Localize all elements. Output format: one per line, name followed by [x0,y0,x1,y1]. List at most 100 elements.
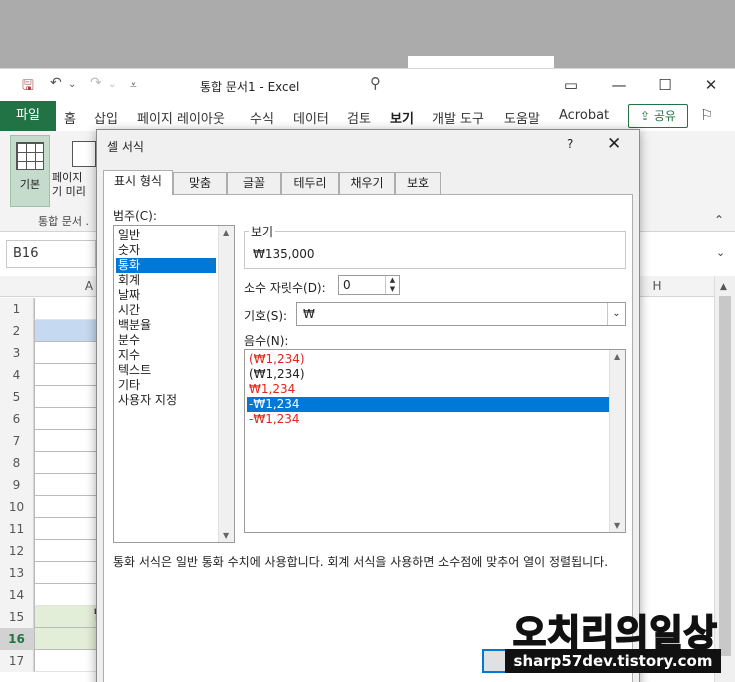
tab-formulas[interactable]: 수식 [250,108,274,127]
minimize-icon[interactable]: — [604,74,634,96]
negative-format-item[interactable]: ₩1,234 [247,382,609,397]
normal-view-label: 기본 [19,178,41,191]
row-header[interactable]: 17 [0,650,34,672]
category-item[interactable]: 일반 [116,228,216,243]
scroll-down-icon[interactable]: ▼ [614,521,620,530]
negative-numbers-list[interactable]: (₩1,234) (₩1,234) ₩1,234 -₩1,234 -₩1,234 ▲ ▼ [244,349,626,533]
row-header[interactable]: 16 [0,628,34,650]
column-header-h[interactable]: H [640,279,674,293]
negative-format-item[interactable]: -₩1,234 [247,412,609,427]
collapse-ribbon-icon[interactable]: ⌃ [714,213,724,227]
row-header[interactable]: 12 [0,540,34,562]
tab-home[interactable]: 홈 [64,108,76,127]
ribbon-display-icon[interactable]: ▭ [556,74,586,96]
tab-acrobat[interactable]: Acrobat [559,108,609,123]
row-header[interactable]: 5 [0,386,34,408]
tab-alignment[interactable]: 맞춤 [173,172,227,194]
scroll-thumb[interactable] [719,296,731,656]
category-item[interactable]: 텍스트 [116,363,216,378]
category-item[interactable]: 통화 [116,258,216,273]
share-button[interactable]: ⇪ 공유 [628,104,688,128]
category-item[interactable]: 날짜 [116,288,216,303]
tab-page-layout[interactable]: 페이지 레이아웃 [137,108,225,127]
tab-insert[interactable]: 삽입 [94,108,118,127]
stepper-down-icon[interactable]: ▼ [386,285,399,294]
window-title: 통합 문서1 - Excel [200,80,300,94]
redo-dropdown-icon[interactable]: ⌄ [108,79,116,90]
category-item[interactable]: 분수 [116,333,216,348]
comments-icon[interactable]: ⚐ [700,106,713,124]
symbol-select[interactable]: ₩ ⌄ [296,302,626,326]
name-box[interactable]: B16 [6,240,96,268]
row-header[interactable]: 4 [0,364,34,386]
scroll-up-icon[interactable]: ▲ [223,228,229,237]
tab-data[interactable]: 데이터 [293,108,329,127]
row-header[interactable]: 15 [0,606,34,628]
stepper-arrows[interactable]: ▲ ▼ [385,276,399,294]
row-header[interactable]: 8 [0,452,34,474]
tab-file[interactable]: 파일 [0,101,56,131]
negative-scrollbar[interactable]: ▲ ▼ [609,350,625,532]
negative-format-item[interactable]: -₩1,234 [247,397,609,412]
category-item[interactable]: 사용자 지정 [116,393,216,408]
watermark-url: sharp57dev.tistory.com [505,649,721,673]
format-cells-dialog: 셀 서식 ? ✕ 표시 형식 맞춤 글꼴 테두리 채우기 보호 범주(C): 일… [96,129,640,682]
category-item[interactable]: 시간 [116,303,216,318]
page-break-icon [72,141,96,167]
dialog-tabs: 표시 형식 맞춤 글꼴 테두리 채우기 보호 [103,170,633,195]
page-break-label: 페이지 기 미리 [52,171,86,198]
scroll-up-icon[interactable]: ▲ [720,282,727,292]
category-scrollbar[interactable]: ▲ ▼ [218,226,234,542]
category-list[interactable]: 일반 숫자 통화 회계 날짜 시간 백분율 분수 지수 텍스트 기타 사용자 지정 ▲ ▼ [113,225,235,543]
undo-icon[interactable]: ↶ [50,75,62,91]
close-window-icon[interactable]: ✕ [696,74,726,96]
row-header[interactable]: 6 [0,408,34,430]
row-header[interactable]: 7 [0,430,34,452]
close-icon[interactable]: ✕ [607,134,621,154]
tab-help[interactable]: 도움말 [504,108,540,127]
row-header[interactable]: 1 [0,298,34,320]
negative-format-item[interactable]: (₩1,234) [247,352,609,367]
redo-icon[interactable]: ↷ [90,75,102,91]
maximize-icon[interactable]: ☐ [650,74,680,96]
category-item[interactable]: 회계 [116,273,216,288]
scroll-up-icon[interactable]: ▲ [614,352,620,361]
tab-font[interactable]: 글꼴 [227,172,281,194]
category-item[interactable]: 기타 [116,378,216,393]
watermark: 오치리의일상 sharp57dev.tistory.com [505,604,727,676]
search-icon[interactable]: ⚲ [370,74,381,92]
decimal-places-value[interactable]: 0 [343,278,351,292]
row-header[interactable]: 3 [0,342,34,364]
row-header[interactable]: 2 [0,320,34,342]
category-item[interactable]: 숫자 [116,243,216,258]
normal-view-button[interactable]: 기본 [10,135,50,207]
sample-label: 보기 [249,223,276,240]
row-header[interactable]: 11 [0,518,34,540]
scroll-down-icon[interactable]: ▼ [223,531,229,540]
category-item[interactable]: 지수 [116,348,216,363]
save-icon[interactable]: 🖫 [22,75,34,99]
category-item[interactable]: 백분율 [116,318,216,333]
page-break-preview-button[interactable]: 페이지 기 미리 [52,135,96,207]
background-band [0,0,735,68]
tab-fill[interactable]: 채우기 [339,172,395,194]
row-header[interactable]: 13 [0,562,34,584]
expand-formula-bar-icon[interactable]: ⌄ [716,246,725,259]
row-header[interactable]: 9 [0,474,34,496]
row-header[interactable]: 14 [0,584,34,606]
tab-protection[interactable]: 보호 [395,172,441,194]
chevron-down-icon[interactable]: ⌄ [607,303,625,325]
tab-developer[interactable]: 개발 도구 [432,108,484,127]
row-header[interactable]: 10 [0,496,34,518]
help-icon[interactable]: ? [567,137,573,151]
tab-review[interactable]: 검토 [347,108,371,127]
undo-dropdown-icon[interactable]: ⌄ [68,79,76,90]
ribbon-tabs: 파일 홈 삽입 페이지 레이아웃 수식 데이터 검토 보기 개발 도구 도움말 … [0,101,735,132]
negative-format-item[interactable]: (₩1,234) [247,367,609,382]
tab-number[interactable]: 표시 형식 [103,170,173,195]
stepper-up-icon[interactable]: ▲ [386,276,399,285]
decimal-places-stepper[interactable]: 0 ▲ ▼ [338,275,400,295]
customize-qat-icon[interactable]: ⩡ [130,78,137,93]
category-label: 범주(C): [113,209,157,223]
tab-border[interactable]: 테두리 [281,172,339,194]
